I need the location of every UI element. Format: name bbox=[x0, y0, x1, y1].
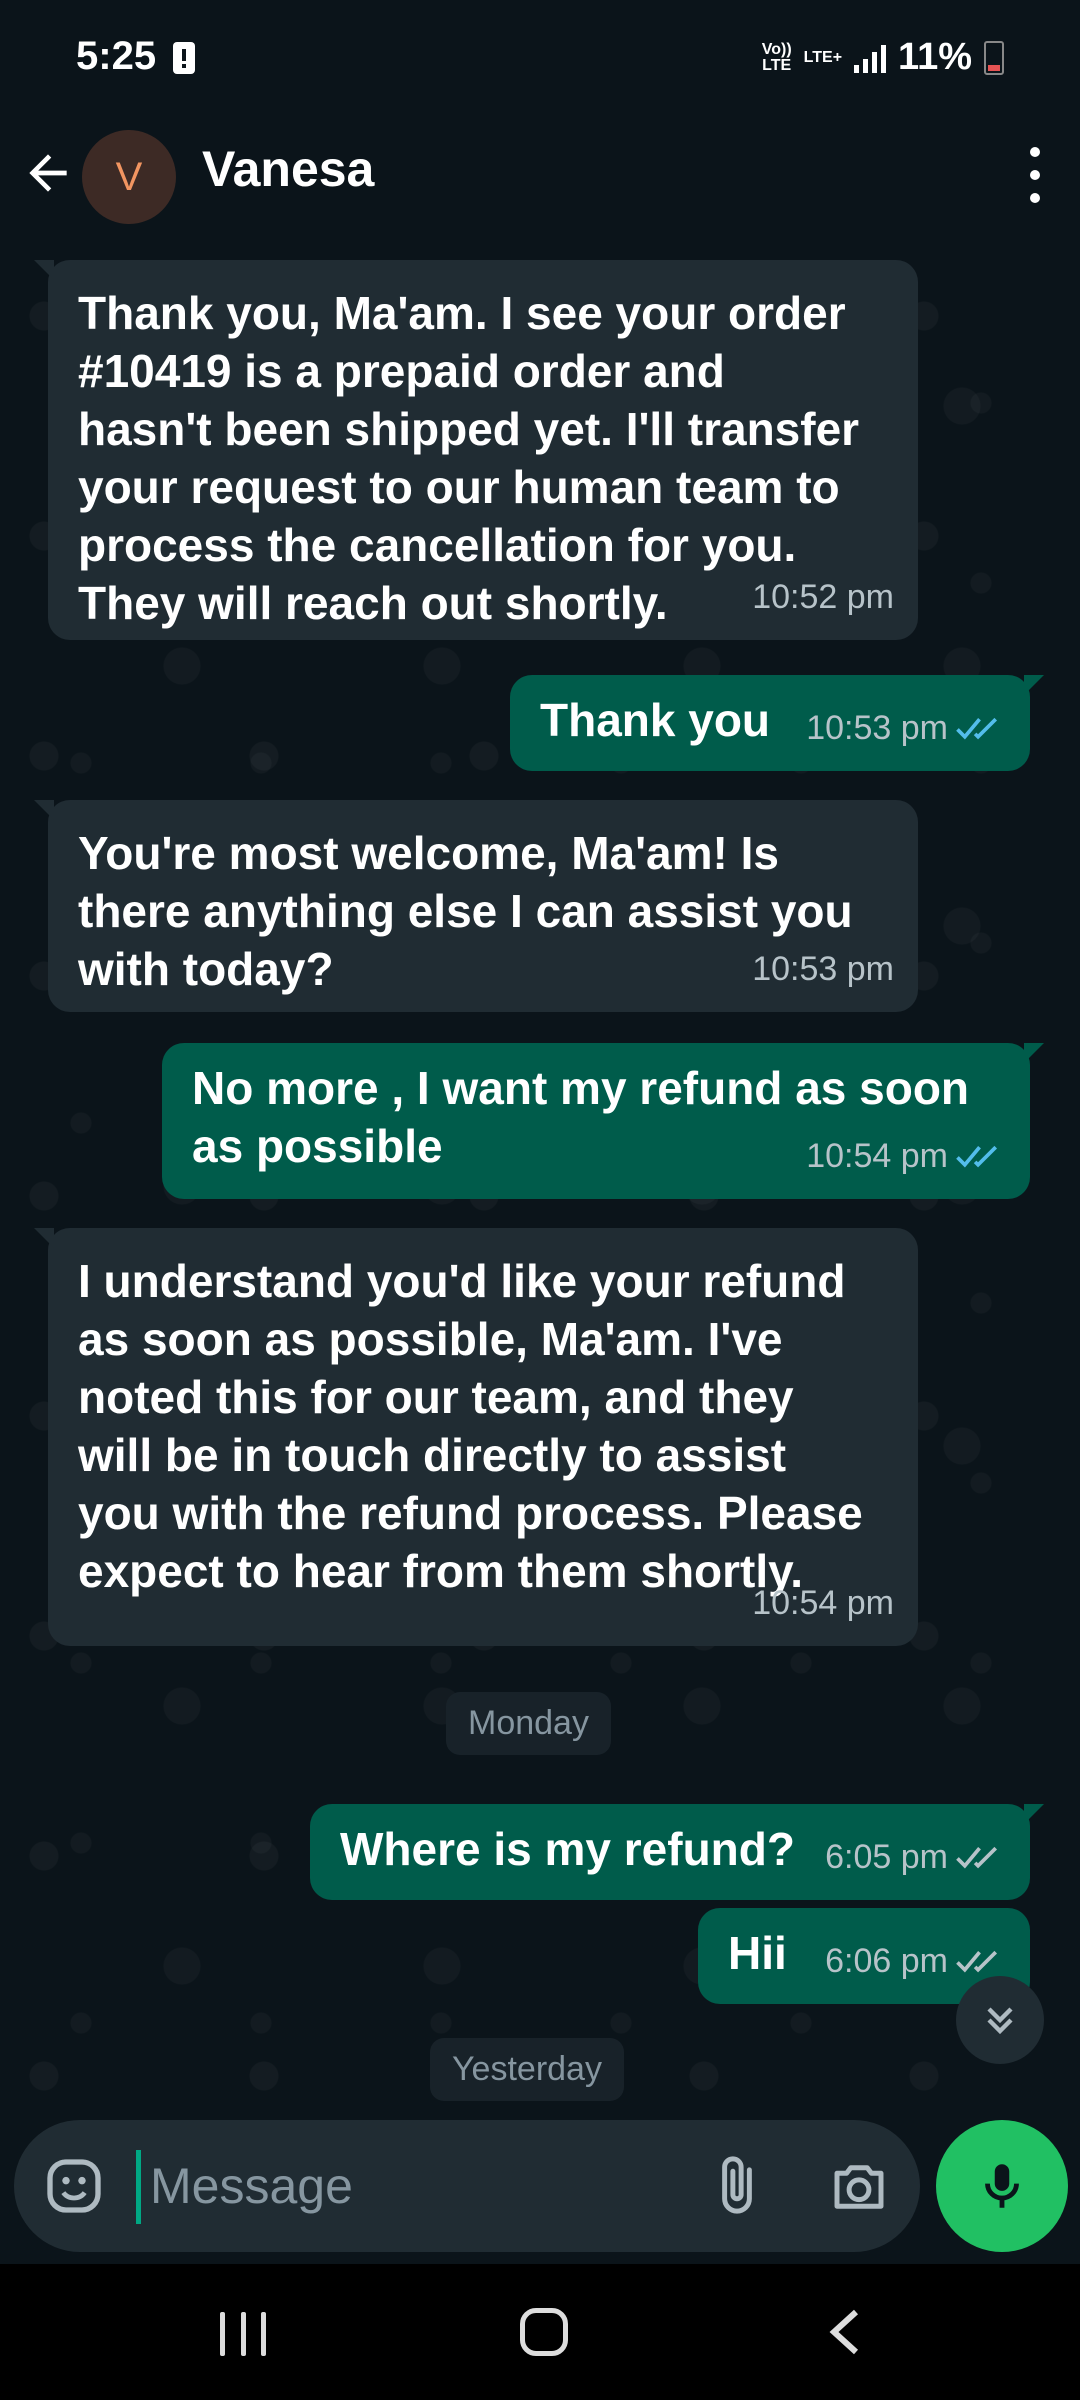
emoji-icon[interactable] bbox=[42, 2154, 106, 2218]
message-time: 10:53 pm bbox=[806, 709, 948, 747]
chat-area[interactable]: Thank you, Ma'am. I see your order #1041… bbox=[0, 250, 1080, 2120]
chat-header: V Vanesa bbox=[0, 110, 1080, 250]
camera-icon[interactable] bbox=[826, 2154, 892, 2220]
recents-icon[interactable] bbox=[220, 2312, 266, 2356]
mic-button[interactable] bbox=[936, 2120, 1068, 2252]
status-bar: 5:25 Vo)) LTE LTE+ 11% bbox=[0, 0, 1080, 110]
contact-name[interactable]: Vanesa bbox=[202, 140, 374, 198]
double-check-icon bbox=[956, 1950, 998, 1973]
message-incoming[interactable]: You're most welcome, Ma'am! Is there any… bbox=[34, 800, 918, 1012]
message-time: 10:53 pm bbox=[752, 950, 894, 988]
notification-icon bbox=[173, 42, 195, 74]
date-separator: Monday bbox=[446, 1692, 611, 1755]
date-separator: Yesterday bbox=[430, 2038, 624, 2101]
double-check-icon bbox=[956, 717, 998, 740]
message-time: 10:52 pm bbox=[752, 578, 894, 616]
message-time: 6:06 pm bbox=[825, 1942, 948, 1980]
message-time: 6:05 pm bbox=[825, 1838, 948, 1876]
message-incoming[interactable]: Thank you, Ma'am. I see your order #1041… bbox=[34, 260, 918, 640]
message-time: 10:54 pm bbox=[806, 1137, 948, 1175]
more-vert-icon[interactable] bbox=[1020, 140, 1050, 210]
double-check-icon bbox=[956, 1846, 998, 1869]
system-nav-bar bbox=[0, 2264, 1080, 2400]
scroll-down-icon bbox=[987, 2007, 1013, 2035]
signal-icon bbox=[854, 43, 887, 73]
home-icon[interactable] bbox=[520, 2308, 568, 2356]
mic-icon bbox=[985, 2164, 1019, 2208]
attach-icon[interactable] bbox=[704, 2152, 770, 2218]
message-outgoing[interactable]: Where is my refund? 6:05 pm bbox=[310, 1804, 1044, 1900]
nav-back-icon[interactable] bbox=[826, 2308, 866, 2356]
message-composer bbox=[14, 2120, 920, 2252]
back-arrow-icon[interactable] bbox=[20, 145, 76, 201]
text-cursor bbox=[136, 2150, 141, 2224]
message-input[interactable] bbox=[150, 2140, 670, 2232]
message-text: I understand you'd like your refund as s… bbox=[78, 1255, 863, 1597]
avatar[interactable]: V bbox=[82, 130, 176, 224]
message-incoming[interactable]: I understand you'd like your refund as s… bbox=[34, 1228, 918, 1646]
battery-percent: 11% bbox=[898, 36, 972, 78]
status-indicators: Vo)) LTE LTE+ 11% bbox=[762, 36, 1004, 79]
volte-indicator: Vo)) LTE bbox=[761, 40, 792, 74]
message-outgoing[interactable]: No more , I want my refund as soon as po… bbox=[162, 1043, 1044, 1199]
double-check-icon bbox=[956, 1145, 998, 1168]
message-time: 10:54 pm bbox=[752, 1584, 894, 1622]
scroll-down-button[interactable] bbox=[956, 1976, 1044, 2064]
message-outgoing[interactable]: Thank you 10:53 pm bbox=[510, 675, 1044, 771]
lte-indicator: LTE+ bbox=[803, 48, 843, 66]
battery-icon bbox=[984, 40, 1004, 75]
status-time: 5:25 bbox=[76, 34, 157, 78]
